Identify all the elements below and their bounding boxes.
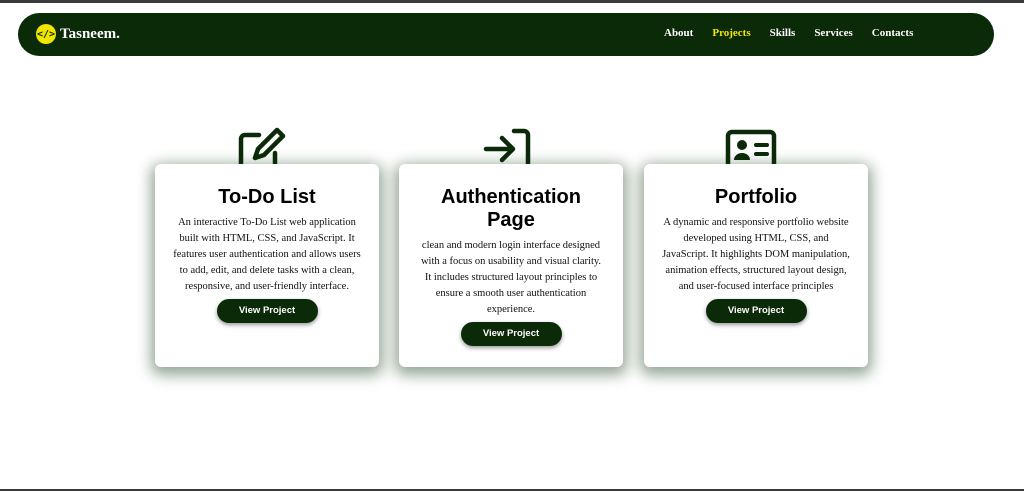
card-description: A dynamic and responsive portfolio websi… [662, 217, 850, 292]
card-title: To-Do List [218, 186, 316, 208]
view-project-button[interactable]: View Project [705, 299, 807, 323]
card-title: Portfolio [714, 186, 798, 208]
project-card-todo: To-Do List An interactive To-Do List web… [155, 164, 379, 367]
code-icon: </> [36, 24, 56, 44]
brand-logo[interactable]: </> Tasneem. [36, 24, 120, 44]
nav-services[interactable]: Services [814, 27, 852, 39]
project-card-portfolio: Portfolio A dynamic and responsive portf… [644, 164, 868, 367]
view-project-button[interactable]: View Project [216, 299, 318, 323]
nav-contacts[interactable]: Contacts [872, 27, 914, 39]
nav-skills[interactable]: Skills [770, 27, 796, 39]
nav-projects[interactable]: Projects [712, 27, 750, 39]
brand-name: Tasneem. [60, 25, 120, 42]
project-card-auth: Authentication Page clean and modern log… [399, 164, 623, 367]
card-title: Authentication Page [441, 186, 581, 231]
view-project-button[interactable]: View Project [460, 322, 562, 346]
nav-about[interactable]: About [664, 27, 693, 39]
navbar: </> Tasneem. About Projects Skills Servi… [18, 13, 994, 56]
card-description: An interactive To-Do List web applicatio… [173, 217, 361, 292]
card-description: clean and modern login interface designe… [420, 240, 602, 315]
